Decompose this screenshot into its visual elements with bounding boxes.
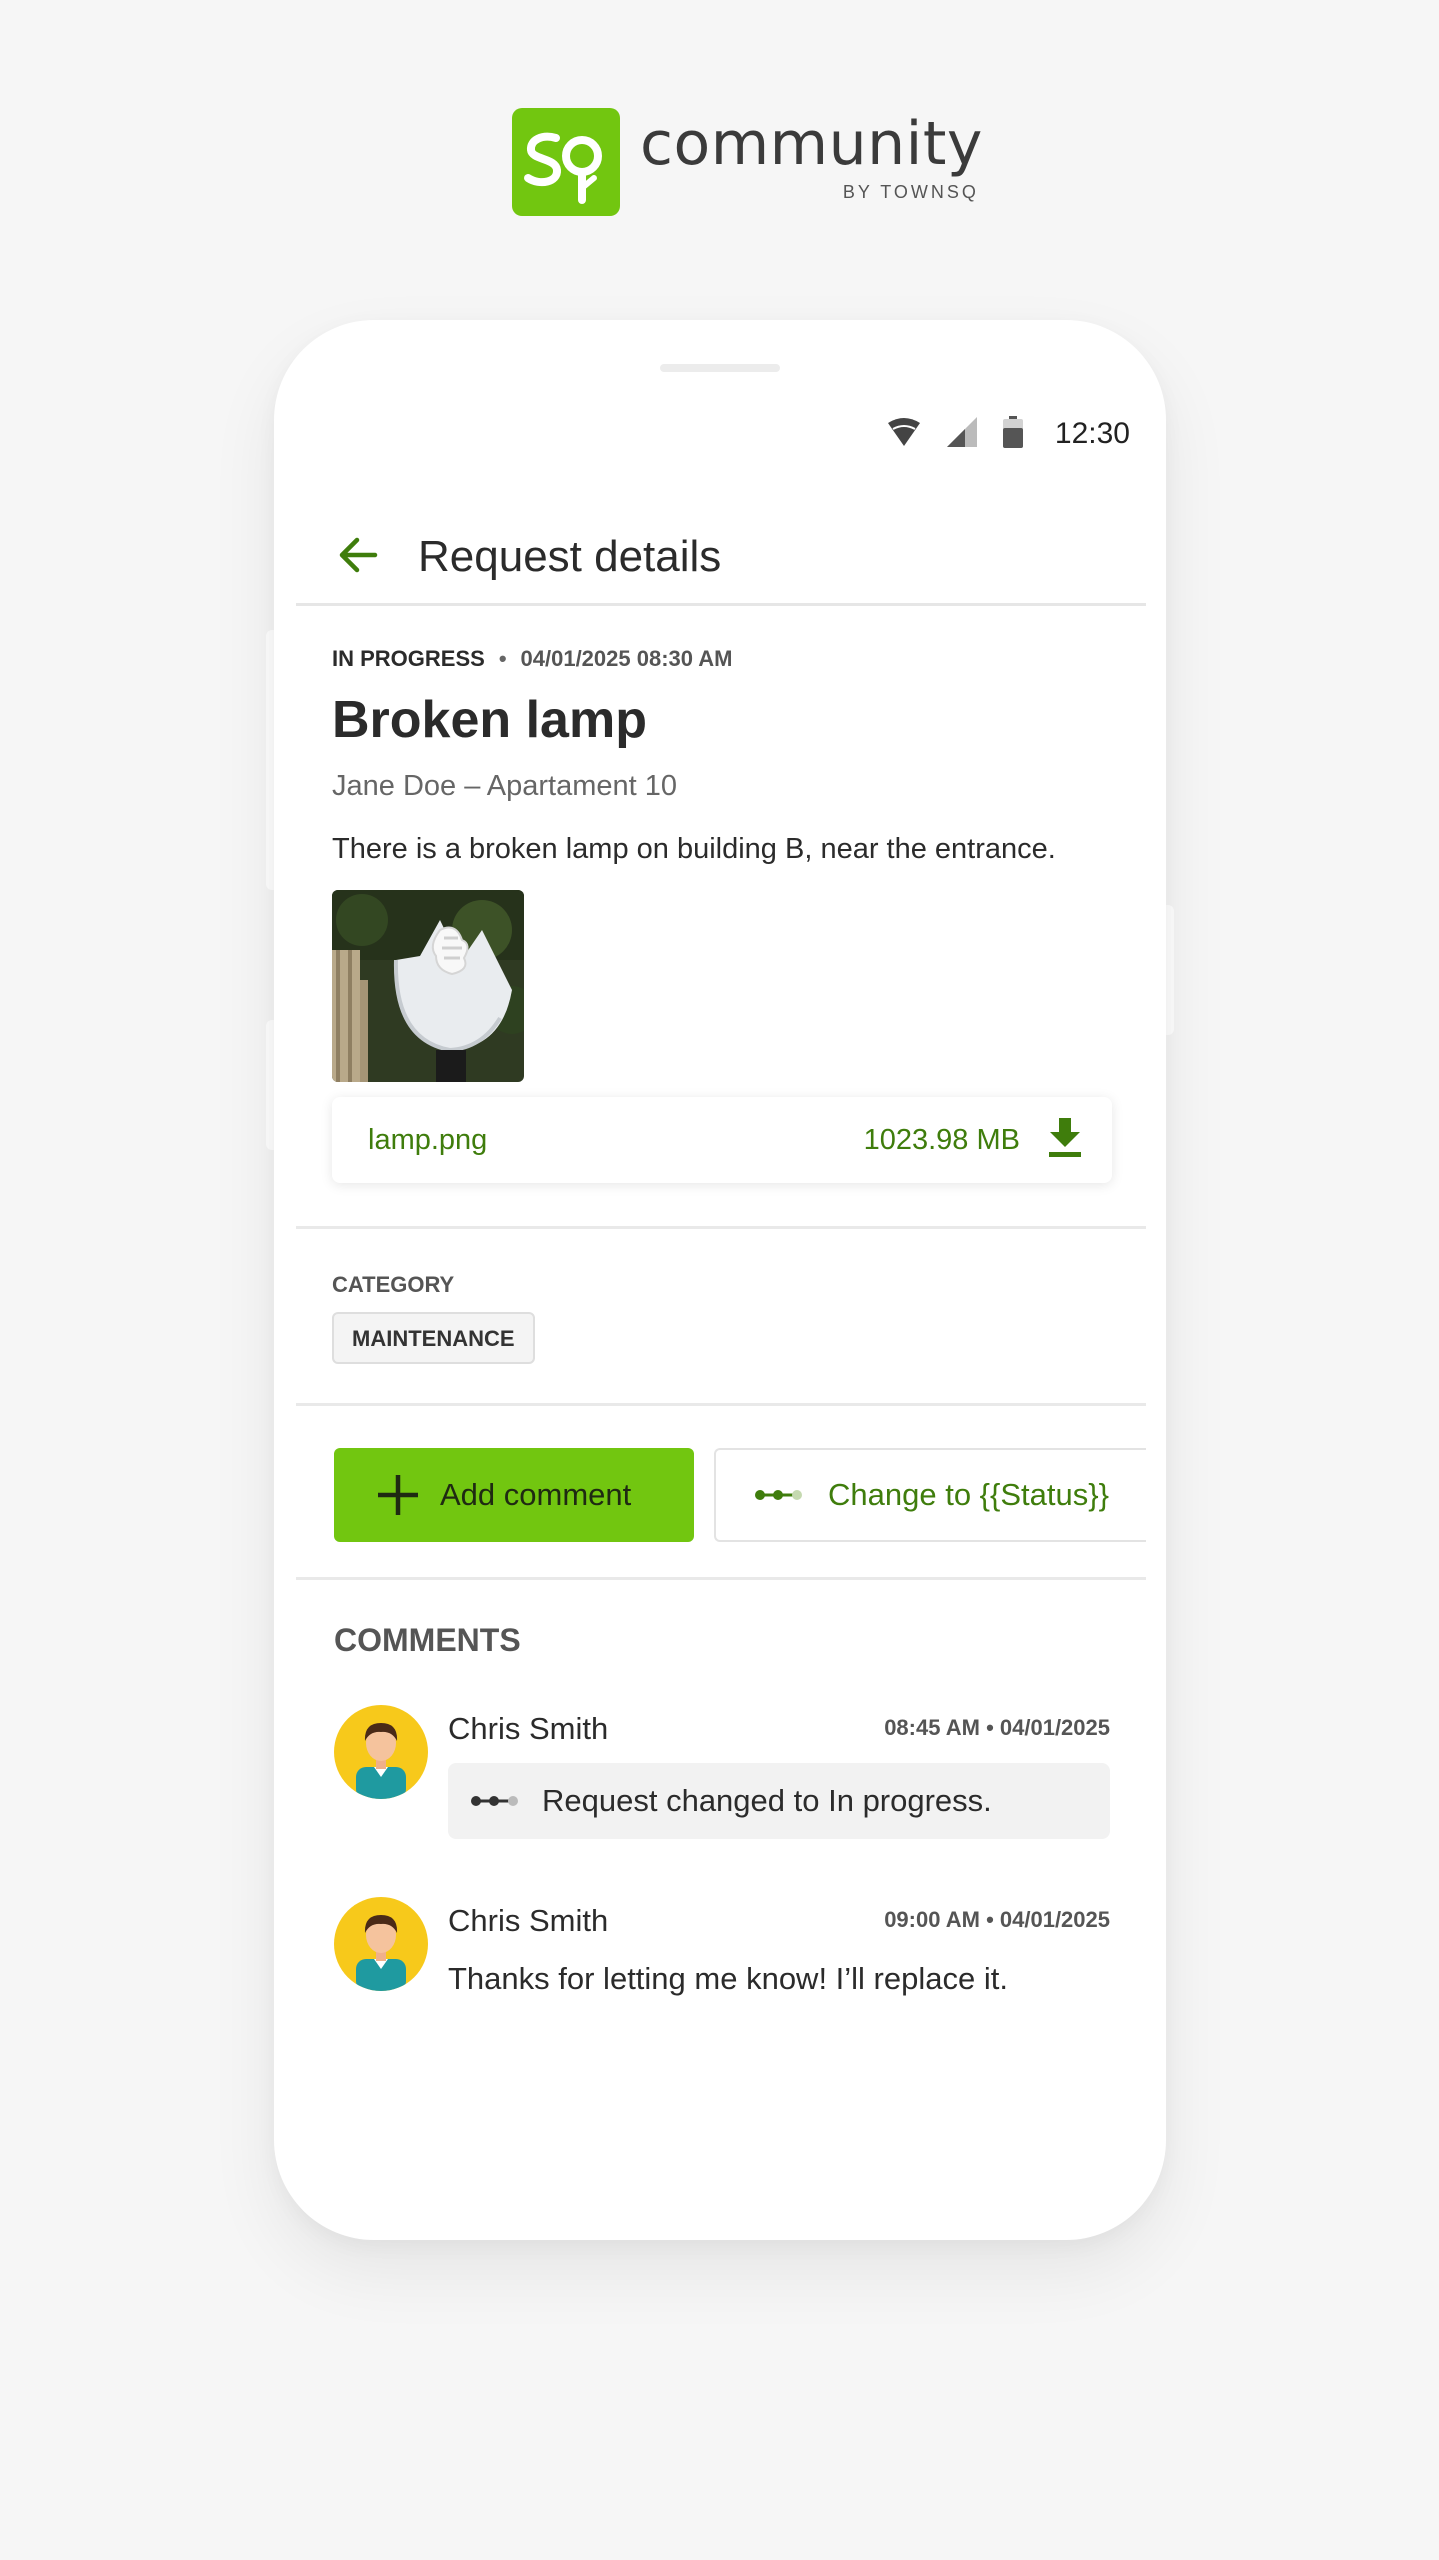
- status-badge: IN PROGRESS: [332, 646, 485, 671]
- battery-icon: [1002, 415, 1023, 453]
- section-divider: [296, 1577, 1146, 1580]
- comments-heading: COMMENTS: [334, 1622, 521, 1658]
- add-comment-label: Add comment: [440, 1477, 632, 1512]
- status-change-event: Request changed to In progress.: [448, 1763, 1110, 1839]
- status-bar: 12:30: [887, 415, 1130, 453]
- category-chip: MAINTENANCE: [332, 1312, 535, 1364]
- request-description: There is a broken lamp on building B, ne…: [332, 833, 1056, 865]
- arrow-left-icon: [339, 537, 378, 573]
- avatar: [334, 1897, 428, 1991]
- category-label: CATEGORY: [332, 1272, 455, 1297]
- status-change-text: Request changed to In progress.: [542, 1783, 992, 1818]
- app-screen: 12:30 Request details IN PROGRESS • 04/0…: [296, 400, 1146, 2240]
- attachment-row[interactable]: lamp.png 1023.98 MB: [332, 1097, 1112, 1183]
- back-button[interactable]: [334, 530, 384, 580]
- section-divider: [296, 1226, 1146, 1229]
- request-image-thumbnail[interactable]: [332, 890, 524, 1082]
- comment-time: 09:00 AM • 04/01/2025: [884, 1907, 1110, 1932]
- meta-separator: •: [498, 646, 507, 671]
- add-comment-button[interactable]: Add comment: [334, 1448, 694, 1542]
- avatar: [334, 1705, 428, 1799]
- wifi-icon: [887, 417, 921, 452]
- request-meta: IN PROGRESS • 04/01/2025 08:30 AM: [332, 646, 1112, 672]
- request-datetime: 04/01/2025 08:30 AM: [520, 646, 733, 671]
- change-status-button[interactable]: Change to {{Status}}: [714, 1448, 1146, 1542]
- comment-item: Chris Smith 08:45 AM • 04/01/2025 Reques…: [334, 1705, 1110, 1845]
- phone-speaker: [660, 364, 780, 372]
- status-progress-icon: [755, 1490, 802, 1500]
- request-details: IN PROGRESS • 04/01/2025 08:30 AM Broken…: [332, 646, 1112, 1082]
- attachment-filename[interactable]: lamp.png: [368, 1124, 864, 1157]
- community-logo: [512, 108, 620, 216]
- attachment-size: 1023.98 MB: [863, 1123, 1020, 1156]
- comment-author: Chris Smith: [448, 1711, 609, 1746]
- comment-item: Chris Smith 09:00 AM • 04/01/2025 Thanks…: [334, 1897, 1110, 2017]
- cellular-signal-icon: [946, 416, 977, 452]
- brand-name: community: [640, 109, 983, 179]
- app-bar: Request details: [296, 510, 1146, 606]
- page-title: Request details: [418, 532, 722, 581]
- status-progress-icon: [471, 1796, 518, 1806]
- comment-author: Chris Smith: [448, 1903, 609, 1938]
- plus-icon: [378, 1475, 418, 1515]
- change-status-label: Change to {{Status}}: [828, 1477, 1109, 1512]
- phone-frame: 12:30 Request details IN PROGRESS • 04/0…: [274, 320, 1166, 2240]
- brand-byline: BY TOWNSQ: [842, 182, 979, 202]
- download-icon[interactable]: [1048, 1117, 1082, 1163]
- category-section: CATEGORY MAINTENANCE: [332, 1272, 535, 1364]
- section-divider: [296, 1403, 1146, 1406]
- comment-time: 08:45 AM • 04/01/2025: [884, 1715, 1110, 1740]
- request-title: Broken lamp: [332, 691, 647, 749]
- brand-header: community BY TOWNSQ: [512, 108, 983, 216]
- request-author: Jane Doe – Apartament 10: [332, 770, 678, 802]
- status-time: 12:30: [1054, 417, 1130, 450]
- comment-text: Thanks for letting me know! I’ll replace…: [448, 1961, 1008, 1996]
